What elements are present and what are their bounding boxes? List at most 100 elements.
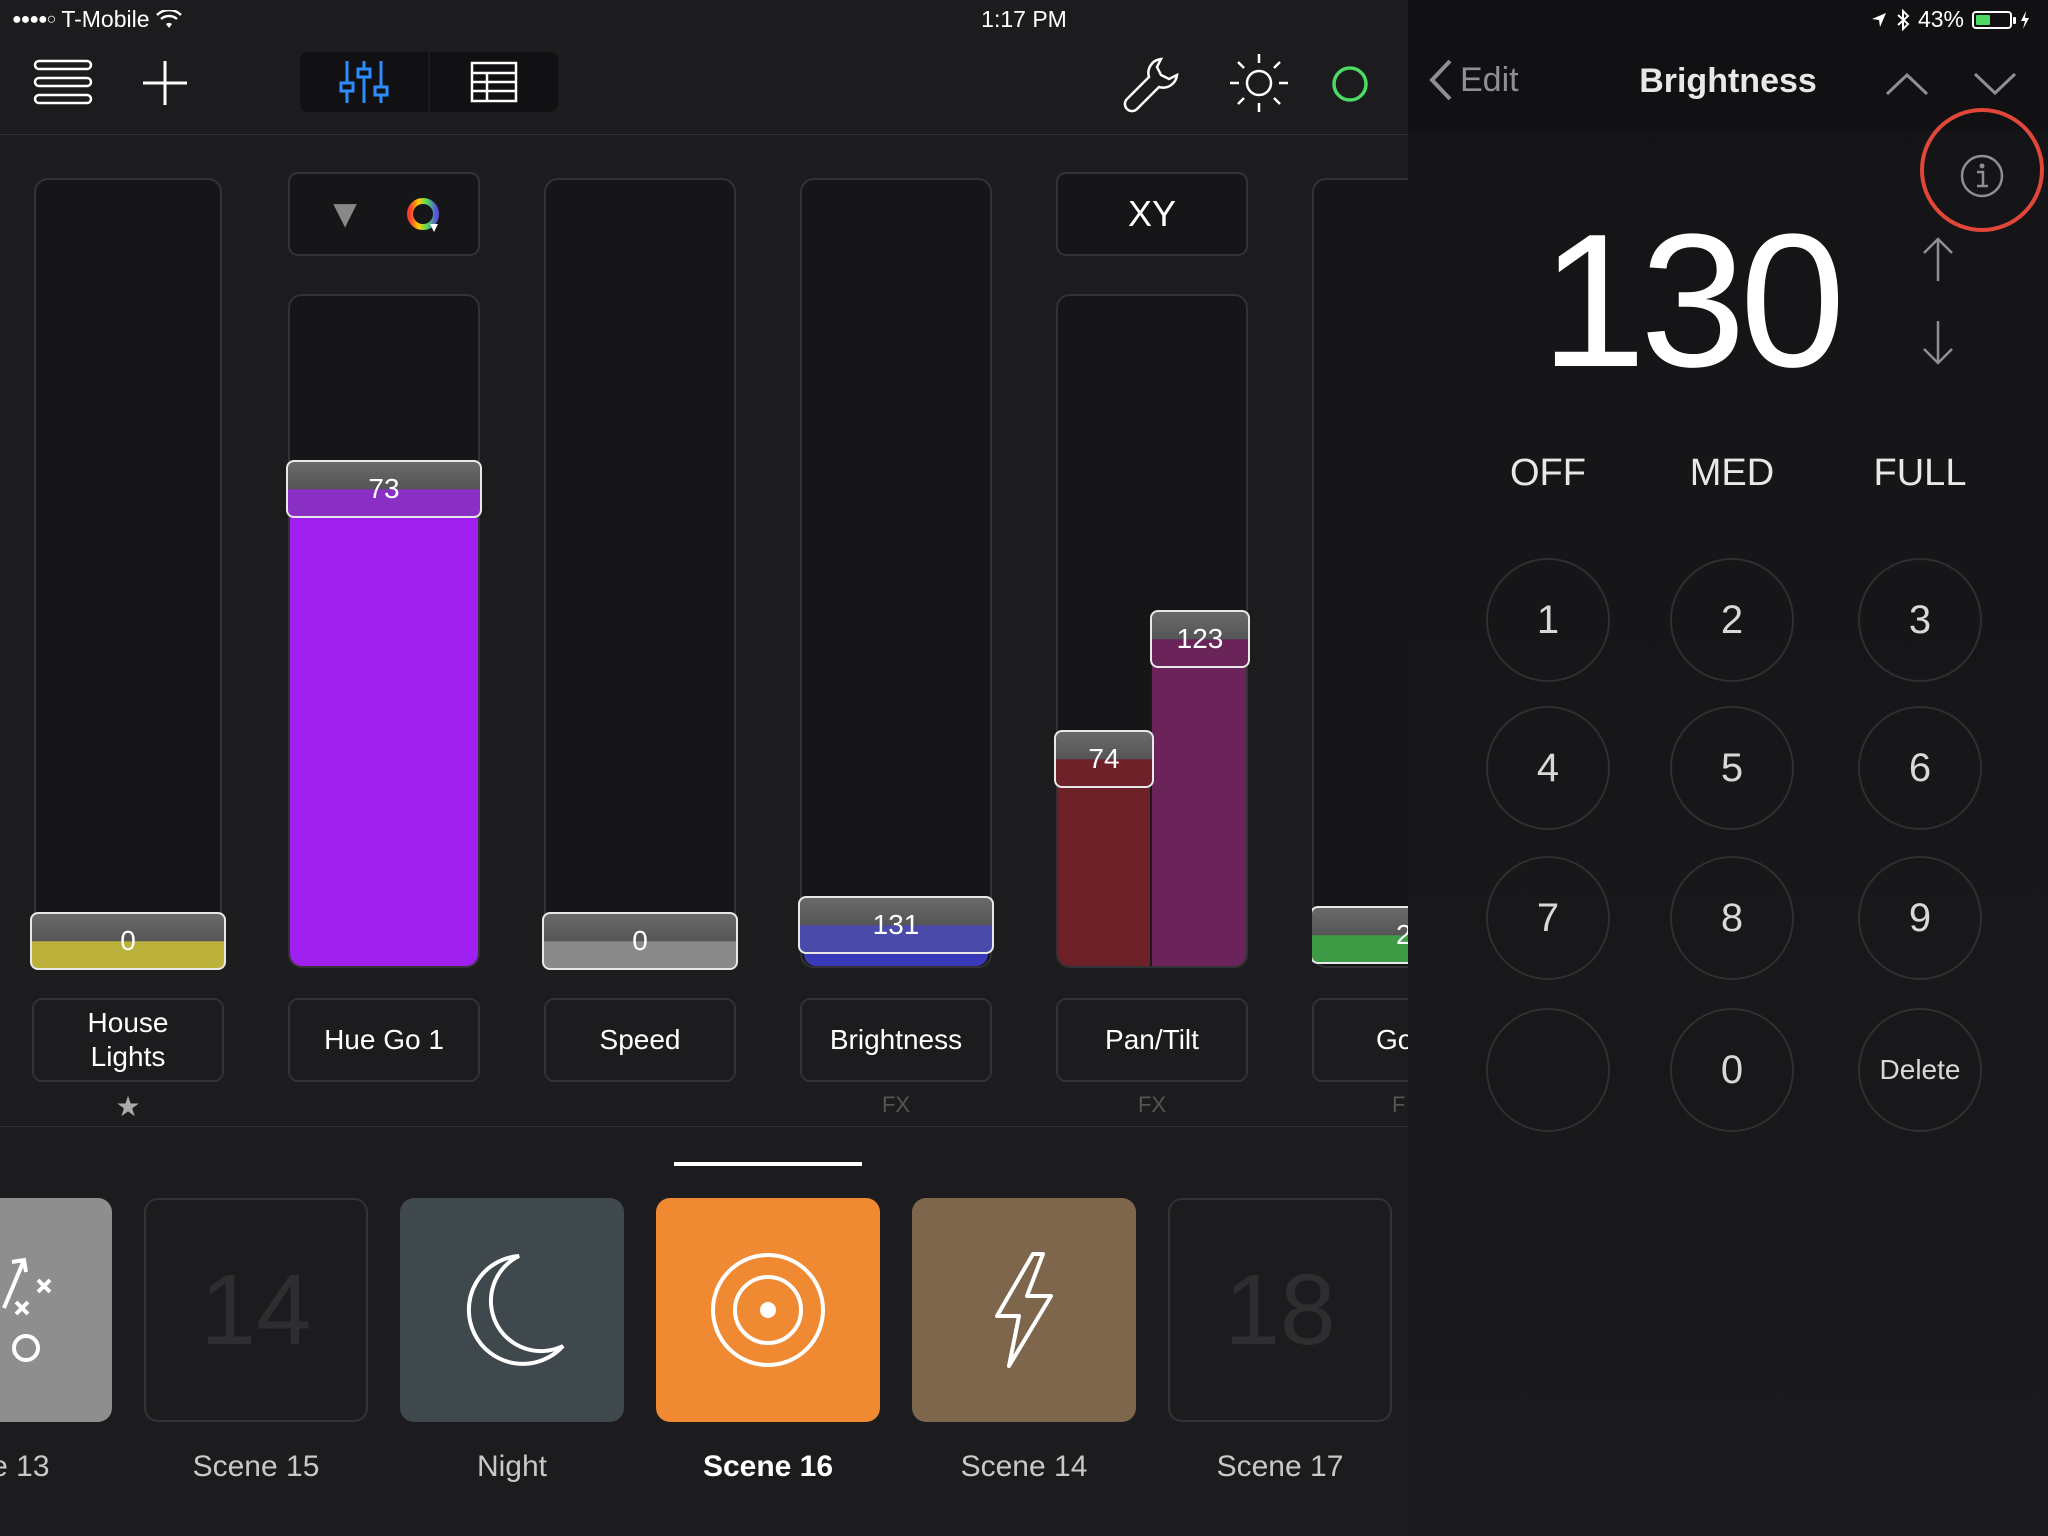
color-cycle-icon (406, 198, 439, 232)
previous-button[interactable] (1882, 64, 1932, 104)
chevron-left-icon (1429, 59, 1452, 101)
fader-label: Brightness (829, 1024, 963, 1055)
key-blank[interactable] (1486, 1008, 1610, 1132)
fader-value: 2 (1396, 919, 1408, 951)
fader-label: Go (1376, 1024, 1408, 1055)
wrench-icon (1123, 57, 1179, 113)
fader-track-speed[interactable] (544, 178, 736, 968)
battery-fill (1976, 14, 1990, 25)
target-icon (711, 1253, 825, 1367)
scene-tile-15[interactable]: 14 (144, 1198, 368, 1422)
scene-divider (0, 1126, 1408, 1127)
next-button[interactable] (1970, 64, 2020, 104)
fader-fill-hue-go-1 (290, 500, 478, 966)
back-label: Edit (1460, 60, 1519, 99)
fader-handle-house-lights[interactable]: 0 (30, 912, 226, 970)
key-1[interactable]: 1 (1486, 558, 1610, 682)
fader-label-speed[interactable]: Speed (544, 998, 736, 1082)
key-9[interactable]: 9 (1858, 856, 1982, 980)
tab-table[interactable] (430, 52, 558, 112)
key-5[interactable]: 5 (1670, 706, 1794, 830)
fader-label: Hue Go 1 (324, 1024, 444, 1055)
preset-med-button[interactable]: MED (1662, 452, 1802, 495)
scene-tile-night[interactable] (400, 1198, 624, 1422)
scene-number: 14 (200, 1253, 312, 1366)
back-button[interactable]: Edit (1428, 58, 1519, 102)
fader-label-pan-tilt[interactable]: Pan/Tilt (1056, 998, 1248, 1082)
scene-label: ne 13 (0, 1450, 50, 1483)
page-indicator (674, 1162, 862, 1166)
xy-mode-box[interactable]: XY (1056, 172, 1248, 256)
increment-button[interactable] (1916, 234, 1960, 284)
fader-label: Pan/Tilt (1105, 1024, 1199, 1055)
key-4[interactable]: 4 (1486, 706, 1610, 830)
key-0[interactable]: 0 (1670, 1008, 1794, 1132)
play-diagram-icon (2, 1257, 52, 1362)
chevron-down-icon (1973, 72, 2017, 96)
fader-label: Speed (599, 1024, 681, 1055)
fader-label-go[interactable]: Go (1312, 998, 1408, 1082)
fx-indicator: F (1392, 1092, 1406, 1117)
color-mode-box[interactable]: ▼ (288, 172, 480, 256)
fader-fill-tilt (1152, 640, 1246, 966)
fader-value: 0 (120, 925, 136, 956)
add-button[interactable] (138, 56, 192, 110)
fader-handle-brightness[interactable]: 131 (798, 896, 994, 954)
info-icon (1960, 154, 2004, 198)
table-icon (470, 61, 518, 103)
bluetooth-icon (1897, 8, 1910, 31)
scene-label: Scene 17 (1216, 1450, 1344, 1483)
key-6[interactable]: 6 (1858, 706, 1982, 830)
fader-label-brightness[interactable]: Brightness (800, 998, 992, 1082)
fader-handle-go[interactable]: 2 (1312, 906, 1408, 964)
menu-button[interactable] (30, 56, 96, 108)
scene-tile-14[interactable] (912, 1198, 1136, 1422)
key-7[interactable]: 7 (1486, 856, 1610, 980)
status-right: 43% (1870, 6, 2030, 33)
fader-value: 73 (368, 473, 400, 504)
fader-handle-pan[interactable]: 74 (1054, 730, 1154, 788)
fader-value: 0 (632, 925, 648, 956)
settings-button[interactable] (1120, 52, 1184, 116)
preset-off-button[interactable]: OFF (1478, 452, 1618, 495)
key-3[interactable]: 3 (1858, 558, 1982, 682)
sliders-icon (339, 61, 389, 103)
fader-value: 123 (1176, 623, 1224, 654)
fader-track-go[interactable] (1312, 178, 1408, 968)
delete-button[interactable]: Delete (1858, 1008, 1982, 1132)
info-button[interactable] (1958, 152, 2006, 200)
fader-handle-hue-go-1[interactable]: 73 (286, 460, 482, 518)
fader-label-house-lights[interactable]: House Lights (32, 998, 224, 1082)
location-icon (1871, 12, 1886, 27)
value-display: 130 (1540, 195, 1845, 407)
arrow-up-icon (1923, 237, 1953, 281)
fader-handle-tilt[interactable]: 123 (1150, 610, 1250, 668)
fader-track-brightness[interactable] (800, 178, 992, 968)
dropdown-triangle-icon: ▼ (325, 191, 365, 236)
fader-label-hue-go-1[interactable]: Hue Go 1 (288, 998, 480, 1082)
fader-handle-speed[interactable]: 0 (542, 912, 738, 970)
brightness-icon (1230, 54, 1288, 112)
scene-strip: ne 13 14 Scene 15 Night Scene 16 Scene 1… (0, 1196, 1408, 1536)
fader-clip-go: 2 Go F (1312, 0, 1408, 1126)
decrement-button[interactable] (1916, 318, 1960, 368)
charging-icon (2021, 10, 2029, 29)
xy-label: XY (1127, 193, 1177, 234)
scene-label-active: Scene 16 (702, 1450, 834, 1483)
scene-tile-16[interactable] (656, 1198, 880, 1422)
fx-indicator: FX (881, 1092, 911, 1117)
key-8[interactable]: 8 (1670, 856, 1794, 980)
brightness-button[interactable] (1226, 50, 1292, 116)
detail-title: Brightness (1639, 62, 1817, 100)
key-2[interactable]: 2 (1670, 558, 1794, 682)
menu-icon (33, 59, 93, 105)
fader-fill-pan (1058, 780, 1152, 966)
scene-tile-17[interactable]: 18 (1168, 1198, 1392, 1422)
fader-track-house-lights[interactable] (34, 178, 222, 968)
chevron-up-icon (1885, 72, 1929, 96)
status-time: 1:17 PM (981, 6, 1067, 32)
preset-full-button[interactable]: FULL (1850, 452, 1990, 495)
moon-icon (466, 1254, 565, 1366)
tab-faders[interactable] (300, 52, 428, 112)
scene-tile-13[interactable] (0, 1198, 112, 1422)
